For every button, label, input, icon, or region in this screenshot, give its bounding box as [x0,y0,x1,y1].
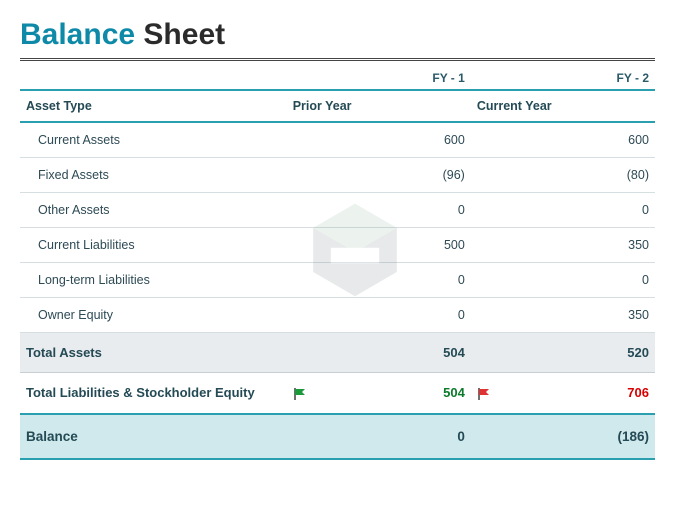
current-year-header: Current Year [471,90,655,122]
total-liabilities-fy2: 706 [503,373,655,414]
total-assets-label: Total Assets [20,333,287,373]
row-label: Current Liabilities [20,228,287,263]
asset-type-header: Asset Type [20,90,287,122]
total-assets-fy2: 520 [503,333,655,373]
fy2-flag-cell [471,373,503,414]
total-assets-fy1: 504 [318,333,470,373]
row-fy1-value: 500 [318,228,470,263]
balance-sheet-table: FY - 1 FY - 2 Asset Type Prior Year Curr… [20,61,655,460]
row-fy2-value: (80) [503,158,655,193]
row-label: Fixed Assets [20,158,287,193]
fiscal-year-row: FY - 1 FY - 2 [20,61,655,90]
table-row: Current Liabilities 500 350 [20,228,655,263]
column-header-row: Asset Type Prior Year Current Year [20,90,655,122]
row-fy2-value: 350 [503,228,655,263]
row-fy1-value: 0 [318,263,470,298]
title-rest: Sheet [143,18,225,51]
row-fy1-value: 0 [318,298,470,333]
table-row: Long-term Liabilities 00 [20,263,655,298]
balance-label: Balance [20,414,287,459]
total-liabilities-label: Total Liabilities & Stockholder Equity [20,373,287,414]
fy1-label: FY - 1 [318,61,470,90]
table-row: Fixed Assets (96) (80) [20,158,655,193]
row-fy2-value: 0 [503,193,655,228]
total-liabilities-fy1: 504 [318,373,470,414]
balance-fy2: (186) [503,414,655,459]
row-fy1-value: (96) [318,158,470,193]
row-fy2-value: 350 [503,298,655,333]
row-fy2-value: 600 [503,122,655,158]
fy2-label: FY - 2 [503,61,655,90]
table-row: Owner Equity 0 350 [20,298,655,333]
balance-row: Balance 0 (186) [20,414,655,459]
total-assets-row: Total Assets 504 520 [20,333,655,373]
table-row: Current Assets 600 600 [20,122,655,158]
table-row: Other Assets 00 [20,193,655,228]
row-fy1-value: 600 [318,122,470,158]
total-liabilities-row: Total Liabilities & Stockholder Equity 5… [20,373,655,414]
row-label: Other Assets [20,193,287,228]
row-fy1-value: 0 [318,193,470,228]
fy1-flag-cell [287,373,319,414]
balance-fy1: 0 [318,414,470,459]
row-label: Long-term Liabilities [20,263,287,298]
row-fy2-value: 0 [503,263,655,298]
title-accent: Balance [20,18,135,51]
row-label: Current Assets [20,122,287,158]
page-title: Balance Sheet [20,18,655,52]
flag-icon-red [477,387,493,401]
row-label: Owner Equity [20,298,287,333]
prior-year-header: Prior Year [287,90,471,122]
flag-icon-green [293,387,309,401]
